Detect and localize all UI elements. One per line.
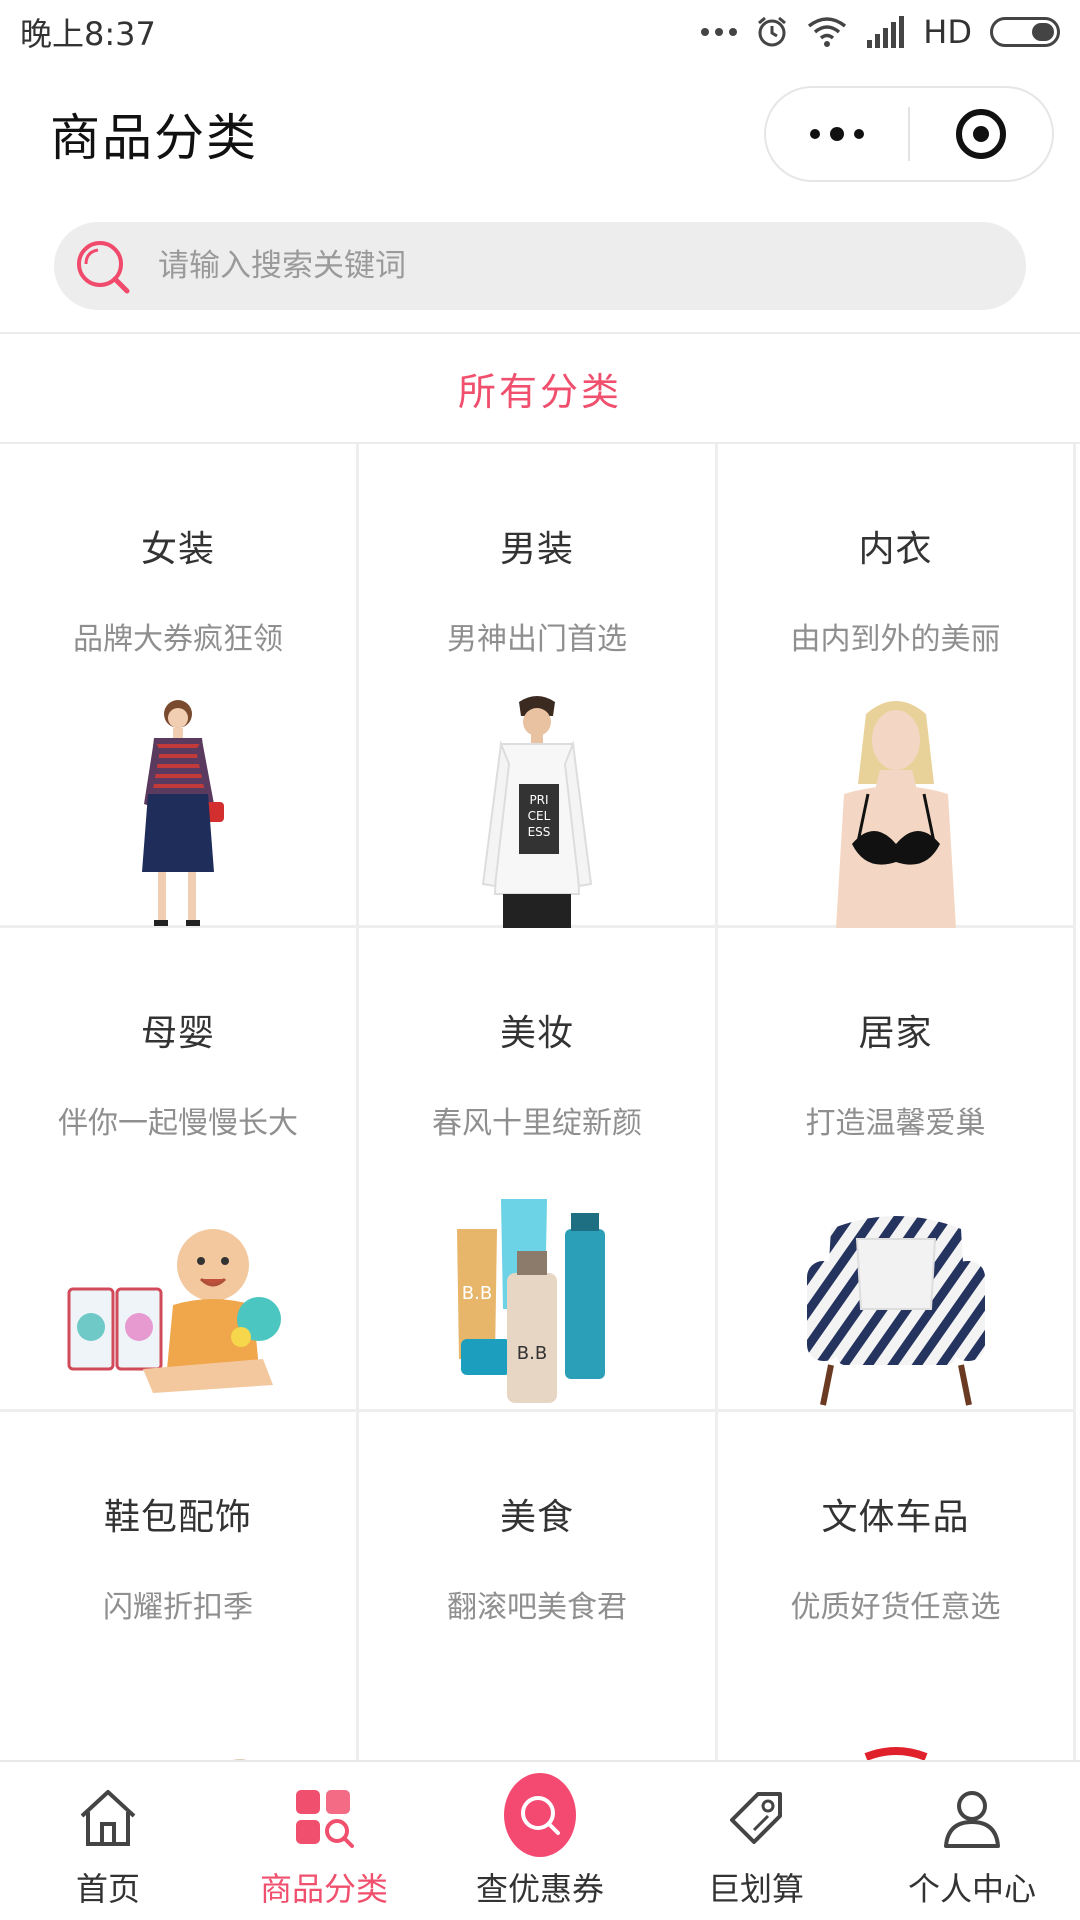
tab-home[interactable]: 首页	[0, 1762, 216, 1920]
svg-text:PRI: PRI	[529, 793, 548, 807]
lingerie-icon	[776, 694, 1016, 928]
armchair-icon	[776, 1178, 1016, 1409]
status-bar: 晚上8:37 HD	[0, 0, 1080, 64]
network-type-label: HD	[923, 13, 972, 51]
battery-icon	[990, 17, 1060, 47]
category-card[interactable]: 文体车品 优质好货任意选	[718, 1412, 1076, 1760]
close-miniprogram-button[interactable]	[910, 88, 1052, 180]
category-name: 女装	[140, 529, 215, 570]
category-card[interactable]: 内衣 由内到外的美丽	[718, 444, 1076, 928]
search-input[interactable]	[158, 248, 1026, 284]
category-card[interactable]: 美妆 春风十里绽新颜 B.B B.B	[359, 928, 718, 1412]
tab-label: 首页	[75, 1870, 140, 1908]
more-dots-icon	[810, 127, 864, 141]
bottom-tab-bar: 首页 商品分类 查优惠券 巨划算 个人中心	[0, 1760, 1080, 1920]
category-name: 文体车品	[821, 1497, 970, 1538]
cosmetics-icon: B.B B.B	[417, 1178, 657, 1409]
tab-label: 查优惠券	[475, 1870, 604, 1908]
category-name: 美食	[499, 1497, 574, 1538]
tab-coupon-search[interactable]: 查优惠券	[432, 1762, 648, 1920]
wifi-icon	[808, 17, 847, 47]
status-icons: HD	[701, 13, 1060, 51]
category-card[interactable]: 居家 打造温馨爱巢	[718, 928, 1076, 1412]
svg-text:CEL: CEL	[528, 809, 551, 823]
nav-bar: 商品分类	[0, 64, 1080, 204]
category-subtitle: 品牌大券疯狂领	[73, 622, 283, 657]
signal-icon	[867, 16, 905, 48]
category-subtitle: 翻滚吧美食君	[447, 1590, 627, 1625]
baby-toy-icon	[58, 1178, 298, 1409]
category-subtitle: 春风十里绽新颜	[432, 1106, 642, 1141]
category-name: 居家	[858, 1013, 933, 1054]
category-subtitle: 优质好货任意选	[790, 1590, 1001, 1625]
category-subtitle: 由内到外的美丽	[790, 622, 1001, 657]
category-card[interactable]: 男装 男神出门首选 PRI CEL ESS	[359, 444, 718, 928]
svg-text:B.B: B.B	[462, 1283, 492, 1304]
dress-icon	[58, 694, 298, 928]
app-screen: 晚上8:37 HD 商品分类 所有	[0, 0, 1080, 1920]
tab-label: 个人中心	[907, 1870, 1036, 1908]
category-card[interactable]: 母婴 伴你一起慢慢长大	[0, 928, 359, 1412]
category-subtitle: 伴你一起慢慢长大	[58, 1106, 298, 1141]
category-name: 美妆	[499, 1013, 574, 1054]
category-card[interactable]: 女装 品牌大券疯狂领	[0, 444, 359, 928]
category-name: 鞋包配饰	[103, 1497, 252, 1538]
snack-box-icon: 蒸	[417, 1662, 657, 1760]
page-title: 商品分类	[50, 109, 258, 167]
more-menu-button[interactable]	[766, 88, 908, 180]
search-icon	[77, 241, 130, 294]
category-name: 母婴	[140, 1013, 215, 1054]
coupon-search-icon	[504, 1773, 576, 1857]
steering-wheel-icon	[776, 1662, 1016, 1760]
category-card[interactable]: 鞋包配饰 闪耀折扣季	[0, 1412, 359, 1760]
category-subtitle: 闪耀折扣季	[103, 1590, 253, 1625]
section-title: 所有分类	[0, 332, 1080, 444]
sweater-icon: PRI CEL ESS	[417, 694, 657, 928]
coupon-circle	[504, 1773, 576, 1857]
alarm-icon	[758, 16, 787, 47]
target-icon	[956, 109, 1006, 159]
user-icon	[936, 1782, 1008, 1854]
home-icon	[72, 1782, 144, 1854]
category-subtitle: 打造温馨爱巢	[805, 1106, 986, 1141]
miniprogram-capsule	[764, 86, 1054, 182]
tab-category[interactable]: 商品分类	[216, 1762, 432, 1920]
category-grid: 女装 品牌大券疯狂领 男装 男神出门首选 PRI CEL ESS 内衣 由内到外…	[0, 444, 1076, 1760]
status-time: 晚上8:37	[20, 15, 156, 53]
tab-label: 商品分类	[259, 1870, 388, 1908]
tab-profile[interactable]: 个人中心	[864, 1762, 1080, 1920]
svg-text:B.B: B.B	[517, 1343, 547, 1364]
category-card[interactable]: 美食 翻滚吧美食君 蒸	[359, 1412, 718, 1760]
search-bar[interactable]	[54, 222, 1026, 310]
category-grid-icon	[288, 1782, 360, 1854]
category-name: 男装	[499, 529, 574, 570]
tab-label: 巨划算	[707, 1870, 804, 1908]
price-tag-icon	[720, 1782, 792, 1854]
category-subtitle: 男神出门首选	[447, 622, 627, 657]
svg-text:ESS: ESS	[528, 825, 551, 839]
category-name: 内衣	[858, 529, 933, 570]
sandal-icon	[58, 1662, 298, 1760]
tab-deals[interactable]: 巨划算	[648, 1762, 864, 1920]
more-notifications-icon	[701, 28, 738, 36]
